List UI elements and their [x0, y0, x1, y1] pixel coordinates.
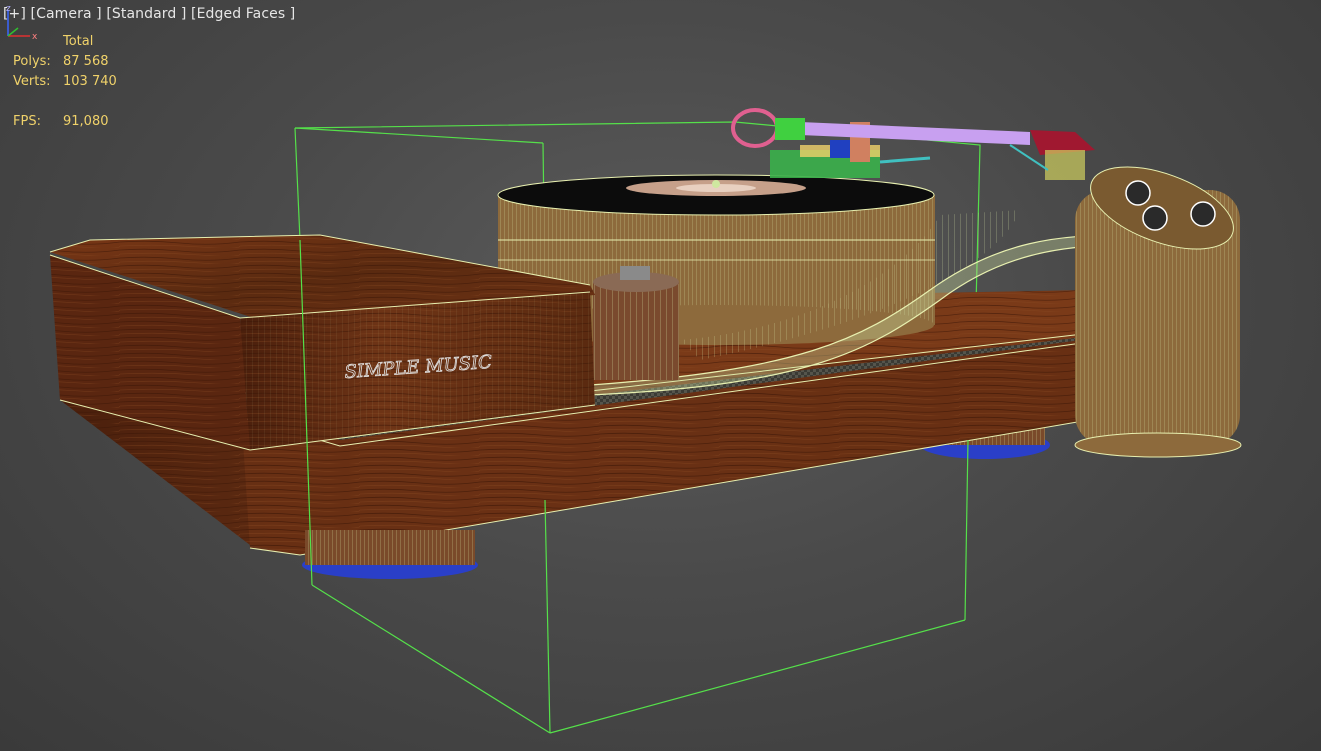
- viewport-menu-shading-standard[interactable]: [Standard ]: [106, 6, 186, 22]
- front-foot: [302, 530, 478, 579]
- axis-x-label: x: [32, 32, 38, 42]
- tonearm: [731, 108, 1095, 180]
- polys-value: 87 568: [63, 54, 109, 69]
- fps-label: FPS:: [13, 114, 41, 129]
- control-tower: [1074, 166, 1242, 458]
- verts-label: Verts:: [13, 74, 51, 89]
- scene-render: SIMPLE MUSIC: [49, 108, 1242, 734]
- fps-value: 91,080: [63, 114, 109, 129]
- verts-value: 103 740: [63, 74, 117, 89]
- 3d-viewport[interactable]: SIMPLE MUSIC [+] [Camera] [Standard] […: [0, 0, 1321, 751]
- axis-z-label: z: [6, 4, 11, 14]
- polys-label: Polys:: [13, 54, 51, 69]
- motor-pod: [593, 266, 679, 380]
- axis-gizmo-icon: z x: [6, 4, 38, 42]
- viewport-menu-edged-faces[interactable]: [Edged Faces ]: [191, 6, 295, 22]
- stats-header: Total: [63, 34, 94, 49]
